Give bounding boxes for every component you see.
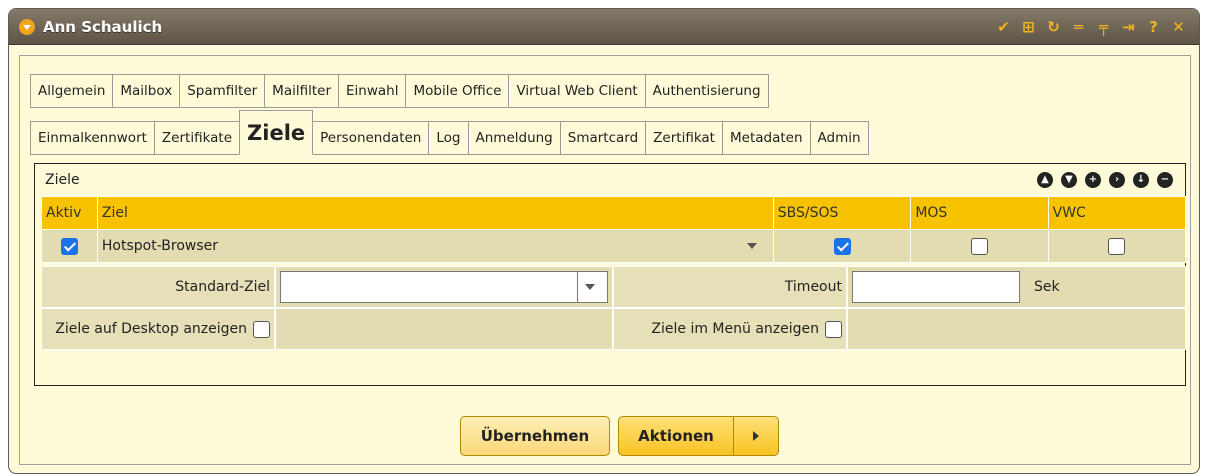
ziele-panel: Ziele ▲ ▼ + › ↓ − Aktiv Ziel SBS/SOS MOS… [34, 163, 1187, 386]
minimize-icon[interactable]: ═ [1066, 18, 1091, 36]
next-icon[interactable]: › [1109, 172, 1125, 188]
table-row[interactable]: Hotspot-Browser [41, 229, 1187, 263]
tab-anmeldung[interactable]: Anmeldung [467, 121, 561, 155]
unpin-icon[interactable]: ⇥ [1116, 18, 1141, 36]
header-ziel[interactable]: Ziel [96, 196, 774, 230]
grid-icon[interactable]: ⊞ [1016, 18, 1041, 36]
header-vwc[interactable]: VWC [1047, 196, 1187, 230]
add-icon[interactable]: + [1085, 172, 1101, 188]
menu-spacer [847, 308, 1186, 350]
tab-allgemein[interactable]: Allgemein [30, 74, 114, 108]
sbs-sos-checkbox[interactable] [833, 237, 851, 255]
tab-zertifikate[interactable]: Zertifikate [153, 121, 241, 155]
tab-personendaten[interactable]: Personendaten [312, 121, 430, 155]
tab-row-sub: Einmalkennwort Zertifikate Ziele Persone… [30, 110, 869, 155]
close-icon[interactable]: ✕ [1166, 18, 1191, 36]
settings-window: Ann Schaulich ✔ ⊞ ↻ ═ ╤ ⇥ ? ✕ Allgemein … [8, 8, 1200, 474]
title-bar: Ann Schaulich ✔ ⊞ ↻ ═ ╤ ⇥ ? ✕ [9, 9, 1199, 45]
tab-admin[interactable]: Admin [809, 121, 869, 155]
title-toolbar: ✔ ⊞ ↻ ═ ╤ ⇥ ? ✕ [991, 18, 1199, 36]
move-down-icon[interactable]: ▼ [1061, 172, 1077, 188]
timeout-unit: Sek [1034, 279, 1060, 295]
desktop-checkbox[interactable] [253, 320, 270, 338]
action-buttons: Übernehmen Aktionen [460, 416, 779, 456]
tab-spamfilter[interactable]: Spamfilter [179, 74, 266, 108]
header-mos[interactable]: MOS [910, 196, 1049, 230]
ziele-form: Standard-Ziel Timeout Sek Ziele auf Desk… [41, 266, 1186, 350]
remove-icon[interactable]: − [1157, 172, 1173, 188]
window-title: Ann Schaulich [43, 17, 163, 36]
tab-log[interactable]: Log [428, 121, 469, 155]
ziele-table: Aktiv Ziel SBS/SOS MOS VWC Hotspot-Brows… [41, 196, 1187, 263]
timeout-input[interactable] [852, 271, 1020, 303]
actions-dropdown-button[interactable] [733, 416, 779, 456]
mos-cell [910, 229, 1049, 263]
tab-mailfilter[interactable]: Mailfilter [264, 74, 339, 108]
tab-mobile-office[interactable]: Mobile Office [405, 74, 510, 108]
tab-virtual-web-client[interactable]: Virtual Web Client [508, 74, 646, 108]
tab-authentisierung[interactable]: Authentisierung [644, 74, 769, 108]
header-aktiv[interactable]: Aktiv [41, 196, 98, 230]
aktiv-checkbox[interactable] [60, 237, 78, 255]
menu-checkbox[interactable] [825, 320, 842, 338]
tab-smartcard[interactable]: Smartcard [559, 121, 647, 155]
download-icon[interactable]: ↓ [1133, 172, 1149, 188]
collapse-icon[interactable] [19, 18, 35, 35]
tab-metadaten[interactable]: Metadaten [721, 121, 811, 155]
tab-einwahl[interactable]: Einwahl [338, 74, 407, 108]
desktop-spacer [275, 308, 613, 350]
move-up-icon[interactable]: ▲ [1037, 172, 1053, 188]
standard-ziel-label: Standard-Ziel [41, 266, 275, 308]
panel-title: Ziele [45, 172, 80, 188]
pin-icon[interactable]: ╤ [1091, 18, 1116, 36]
timeout-cell: Sek [847, 266, 1186, 308]
tab-ziele[interactable]: Ziele [239, 110, 314, 155]
standard-ziel-select[interactable] [280, 271, 608, 303]
sbs-sos-cell [772, 229, 912, 263]
ziel-value: Hotspot-Browser [101, 238, 219, 254]
timeout-label: Timeout [613, 266, 847, 308]
tab-zertifikat[interactable]: Zertifikat [645, 121, 723, 155]
mos-checkbox[interactable] [970, 237, 988, 255]
actions-button[interactable]: Aktionen [618, 416, 734, 456]
tab-einmalkennwort[interactable]: Einmalkennwort [30, 121, 155, 155]
ziel-cell[interactable]: Hotspot-Browser [96, 229, 774, 263]
tab-mailbox[interactable]: Mailbox [112, 74, 181, 108]
vwc-cell [1047, 229, 1187, 263]
check-icon[interactable]: ✔ [991, 18, 1016, 36]
desktop-label: Ziele auf Desktop anzeigen [41, 308, 275, 350]
help-icon[interactable]: ? [1141, 18, 1166, 36]
panel-toolbar: ▲ ▼ + › ↓ − [1037, 172, 1185, 188]
tab-row-main: Allgemein Mailbox Spamfilter Mailfilter … [30, 74, 769, 108]
menu-label: Ziele im Menü anzeigen [613, 308, 847, 350]
standard-ziel-cell [275, 266, 613, 308]
content-area: Allgemein Mailbox Spamfilter Mailfilter … [19, 55, 1191, 465]
apply-button[interactable]: Übernehmen [460, 416, 610, 456]
desktop-label-text: Ziele auf Desktop anzeigen [55, 321, 247, 337]
vwc-checkbox[interactable] [1108, 237, 1126, 255]
menu-label-text: Ziele im Menü anzeigen [651, 321, 819, 337]
refresh-icon[interactable]: ↻ [1041, 18, 1066, 36]
aktiv-cell [41, 229, 98, 263]
header-sbs-sos[interactable]: SBS/SOS [772, 196, 912, 230]
chevron-down-icon[interactable] [746, 243, 757, 249]
panel-header: Ziele ▲ ▼ + › ↓ − [35, 164, 1185, 196]
chevron-down-icon[interactable] [577, 272, 601, 302]
